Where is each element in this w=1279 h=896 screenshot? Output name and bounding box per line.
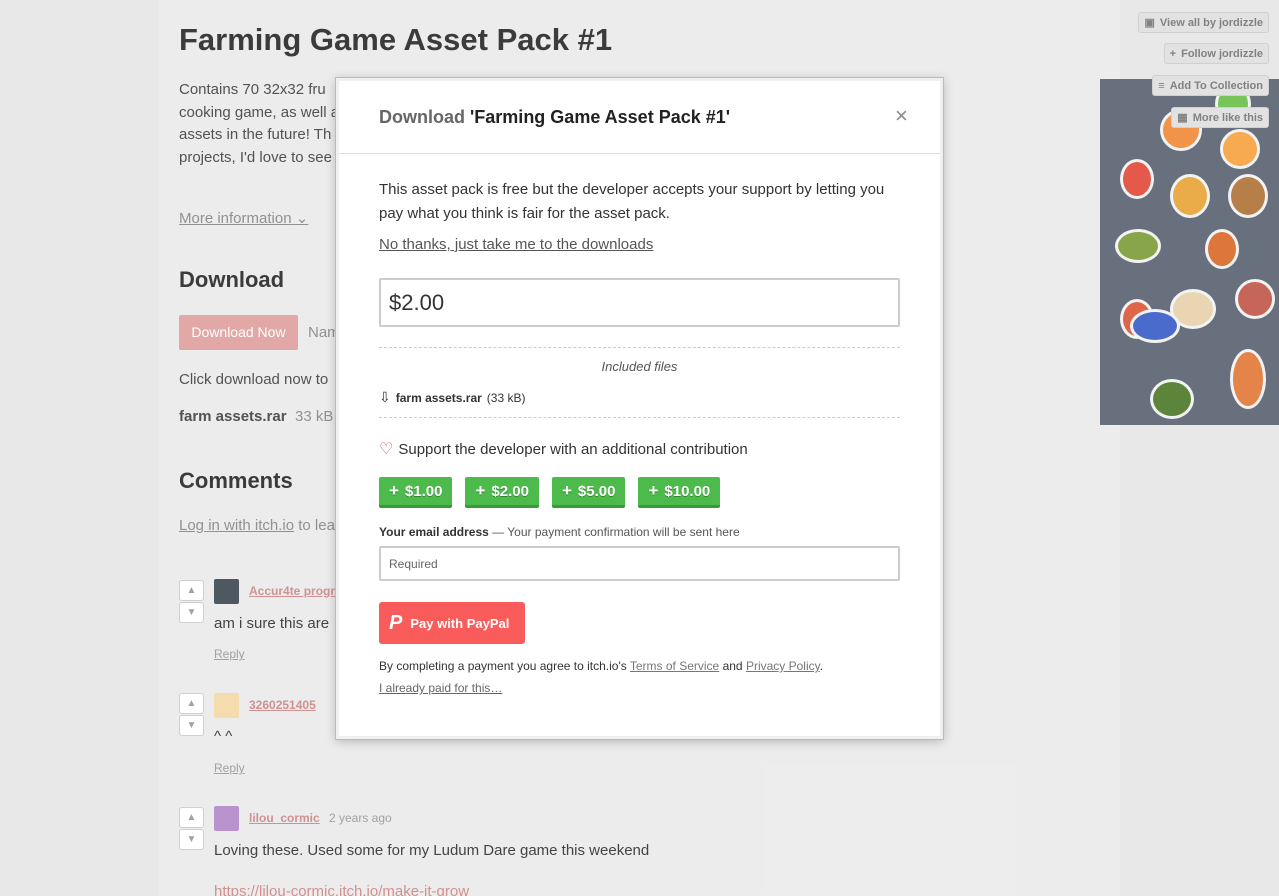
tip-label: $5.00 <box>577 482 616 500</box>
tip-button-10[interactable]: + $10.00 <box>638 477 721 508</box>
paypal-label: Pay with PayPal <box>410 615 510 631</box>
close-icon[interactable]: × <box>895 103 908 129</box>
included-file-size: (33 kB) <box>486 390 526 405</box>
support-text: Support the developer with an additional… <box>398 440 748 458</box>
terms-text: By completing a payment you agree to itc… <box>379 659 823 673</box>
email-label-title: Your email address <box>379 525 489 539</box>
plus-icon: + <box>475 481 486 500</box>
no-thanks-link[interactable]: No thanks, just take me to the downloads <box>379 236 653 253</box>
modal-header: Download 'Farming Game Asset Pack #1' × <box>339 81 940 154</box>
modal-description: This asset pack is free but the develope… <box>379 181 885 222</box>
already-paid-link[interactable]: I already paid for this… <box>379 681 502 695</box>
modal-title-name: 'Farming Game Asset Pack #1' <box>470 107 731 127</box>
tip-button-5[interactable]: + $5.00 <box>551 477 626 508</box>
heart-icon: ♡ <box>379 441 394 458</box>
paypal-icon: P <box>389 611 403 634</box>
download-icon: ⇩ <box>379 389 391 405</box>
divider <box>379 417 900 418</box>
divider <box>379 347 900 348</box>
tip-label: $10.00 <box>664 482 711 500</box>
tip-label: $2.00 <box>491 482 529 500</box>
tip-label: $1.00 <box>404 482 443 500</box>
terms-prefix: By completing a payment you agree to itc… <box>379 659 630 673</box>
pay-with-paypal-button[interactable]: P Pay with PayPal <box>379 602 525 644</box>
plus-icon: + <box>389 481 399 500</box>
plus-icon: + <box>648 481 659 500</box>
email-label-hint: — Your payment confirmation will be sent… <box>488 525 740 539</box>
download-modal: Download 'Farming Game Asset Pack #1' × … <box>336 78 943 739</box>
modal-title: Download 'Farming Game Asset Pack #1' <box>379 107 730 128</box>
terms-and: and <box>719 659 746 673</box>
tip-button-1[interactable]: + $1.00 <box>379 477 453 508</box>
modal-title-label: Download <box>379 107 465 127</box>
email-label: Your email address — Your payment confir… <box>379 525 740 539</box>
terms-suffix: . <box>819 659 824 673</box>
plus-icon: + <box>561 481 572 500</box>
tip-button-2[interactable]: + $2.00 <box>465 477 539 508</box>
included-file: ⇩ farm assets.rar (33 kB) <box>379 389 525 406</box>
support-heading: ♡ Support the developer with an addition… <box>379 439 748 459</box>
included-file-name: farm assets.rar <box>395 390 482 405</box>
privacy-policy-link[interactable]: Privacy Policy <box>746 659 820 673</box>
email-field[interactable] <box>379 546 900 581</box>
included-files-label: Included files <box>601 359 678 374</box>
price-input[interactable] <box>379 278 900 327</box>
terms-of-service-link[interactable]: Terms of Service <box>630 659 719 673</box>
tip-buttons: + $1.00 + $2.00 + $5.00 + $10.00 <box>379 477 721 508</box>
